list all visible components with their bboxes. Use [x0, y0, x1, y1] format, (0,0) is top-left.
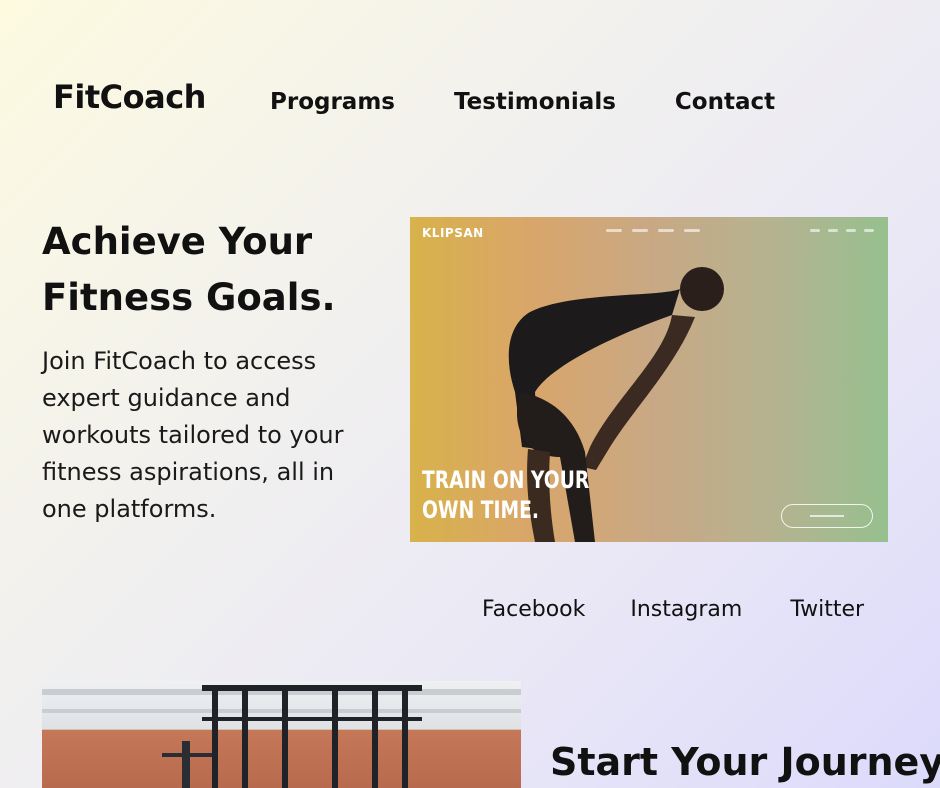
- hero-image: KLIPSAN TRAIN ON YOUR OWN TIME.: [410, 217, 888, 542]
- gym-rack-illustration: [42, 685, 521, 788]
- twitter-link[interactable]: Twitter: [790, 597, 864, 622]
- social-links: Facebook Instagram Twitter: [482, 597, 864, 622]
- nav-programs-link[interactable]: Programs: [270, 89, 395, 115]
- main-nav: Programs Testimonials Contact: [270, 89, 775, 115]
- nav-testimonials-link[interactable]: Testimonials: [454, 89, 616, 115]
- nav-contact-link[interactable]: Contact: [675, 89, 775, 115]
- site-logo[interactable]: FitCoach: [53, 78, 206, 116]
- hero-title: Achieve Your Fitness Goals.: [42, 220, 336, 319]
- hero-image-tagline: TRAIN ON YOUR OWN TIME.: [422, 466, 590, 524]
- instagram-link[interactable]: Instagram: [630, 597, 742, 622]
- journey-title: Start Your Journey: [550, 740, 940, 784]
- hero-description: Join FitCoach to access expert guidance …: [42, 347, 344, 523]
- facebook-link[interactable]: Facebook: [482, 597, 585, 622]
- gym-image: [42, 681, 521, 788]
- hero-image-button-decoration: [781, 504, 873, 528]
